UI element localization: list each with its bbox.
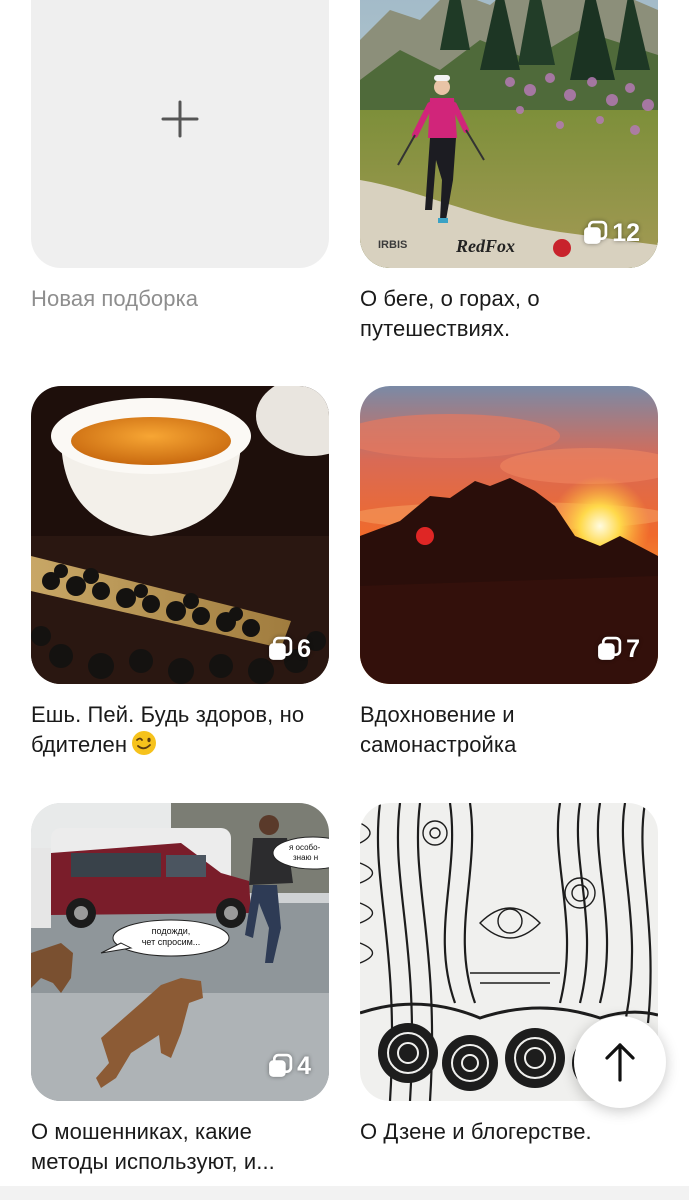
new-collection-thumbnail[interactable] <box>31 0 329 268</box>
collection-card-fraud[interactable]: подожди, чет спросим... я особо-знаю н 4 … <box>31 803 329 1177</box>
new-collection-label: Новая подборка <box>31 286 199 311</box>
collection-thumbnail[interactable]: подожди, чет спросим... я особо-знаю н 4 <box>31 803 329 1101</box>
scroll-to-top-button[interactable] <box>574 1016 666 1108</box>
publication-count-badge: 4 <box>267 1052 311 1081</box>
arrow-up-icon <box>605 1043 635 1082</box>
plus-icon <box>161 100 199 138</box>
stack-icon <box>598 636 622 660</box>
stack-icon <box>269 1053 293 1077</box>
collections-page: Новая подборка IRBIS RedFox 12 О беге, о… <box>0 0 689 1200</box>
redfox-logo-text: RedFox <box>455 236 515 256</box>
collection-card-running[interactable]: IRBIS RedFox 12 О беге, о горах, о путеш… <box>360 0 658 344</box>
collection-thumbnail[interactable]: IRBIS RedFox 12 <box>360 0 658 268</box>
publication-count: 12 <box>612 219 640 247</box>
collection-title: Ешь. Пей. Будь здоров, но бдителен <box>31 700 329 760</box>
collection-thumbnail[interactable]: 7 <box>360 386 658 684</box>
collection-title: О беге, о горах, о путешествиях. <box>360 286 540 341</box>
new-collection-card[interactable]: Новая подборка <box>31 0 329 314</box>
collection-title: О мошенниках, какие методы используют, и… <box>31 1119 275 1174</box>
speech-bubble-2-text: я особо-знаю н <box>289 843 321 862</box>
collection-card-inspiration[interactable]: 7 Вдохновение и самонастройка <box>360 386 658 760</box>
publication-count-badge: 12 <box>582 219 640 248</box>
publication-count: 7 <box>626 635 640 663</box>
publication-count: 6 <box>297 635 311 663</box>
bottom-bar-edge <box>0 1186 689 1200</box>
collection-title: Вдохновение и самонастройка <box>360 702 517 757</box>
irbis-logo-text: IRBIS <box>378 239 407 251</box>
publication-count: 4 <box>297 1052 311 1080</box>
collection-thumbnail[interactable]: 6 <box>31 386 329 684</box>
publication-count-badge: 7 <box>596 635 640 664</box>
winking-face-emoji <box>132 731 157 755</box>
publication-count-badge: 6 <box>267 635 311 664</box>
collection-title-text: Ешь. Пей. Будь здоров, но бдителен <box>31 702 305 757</box>
collection-card-tea[interactable]: 6 Ешь. Пей. Будь здоров, но бдителен <box>31 386 329 760</box>
stack-icon <box>269 636 293 660</box>
stack-icon <box>584 220 608 244</box>
collection-title: О Дзене и блогерстве. <box>360 1119 592 1144</box>
